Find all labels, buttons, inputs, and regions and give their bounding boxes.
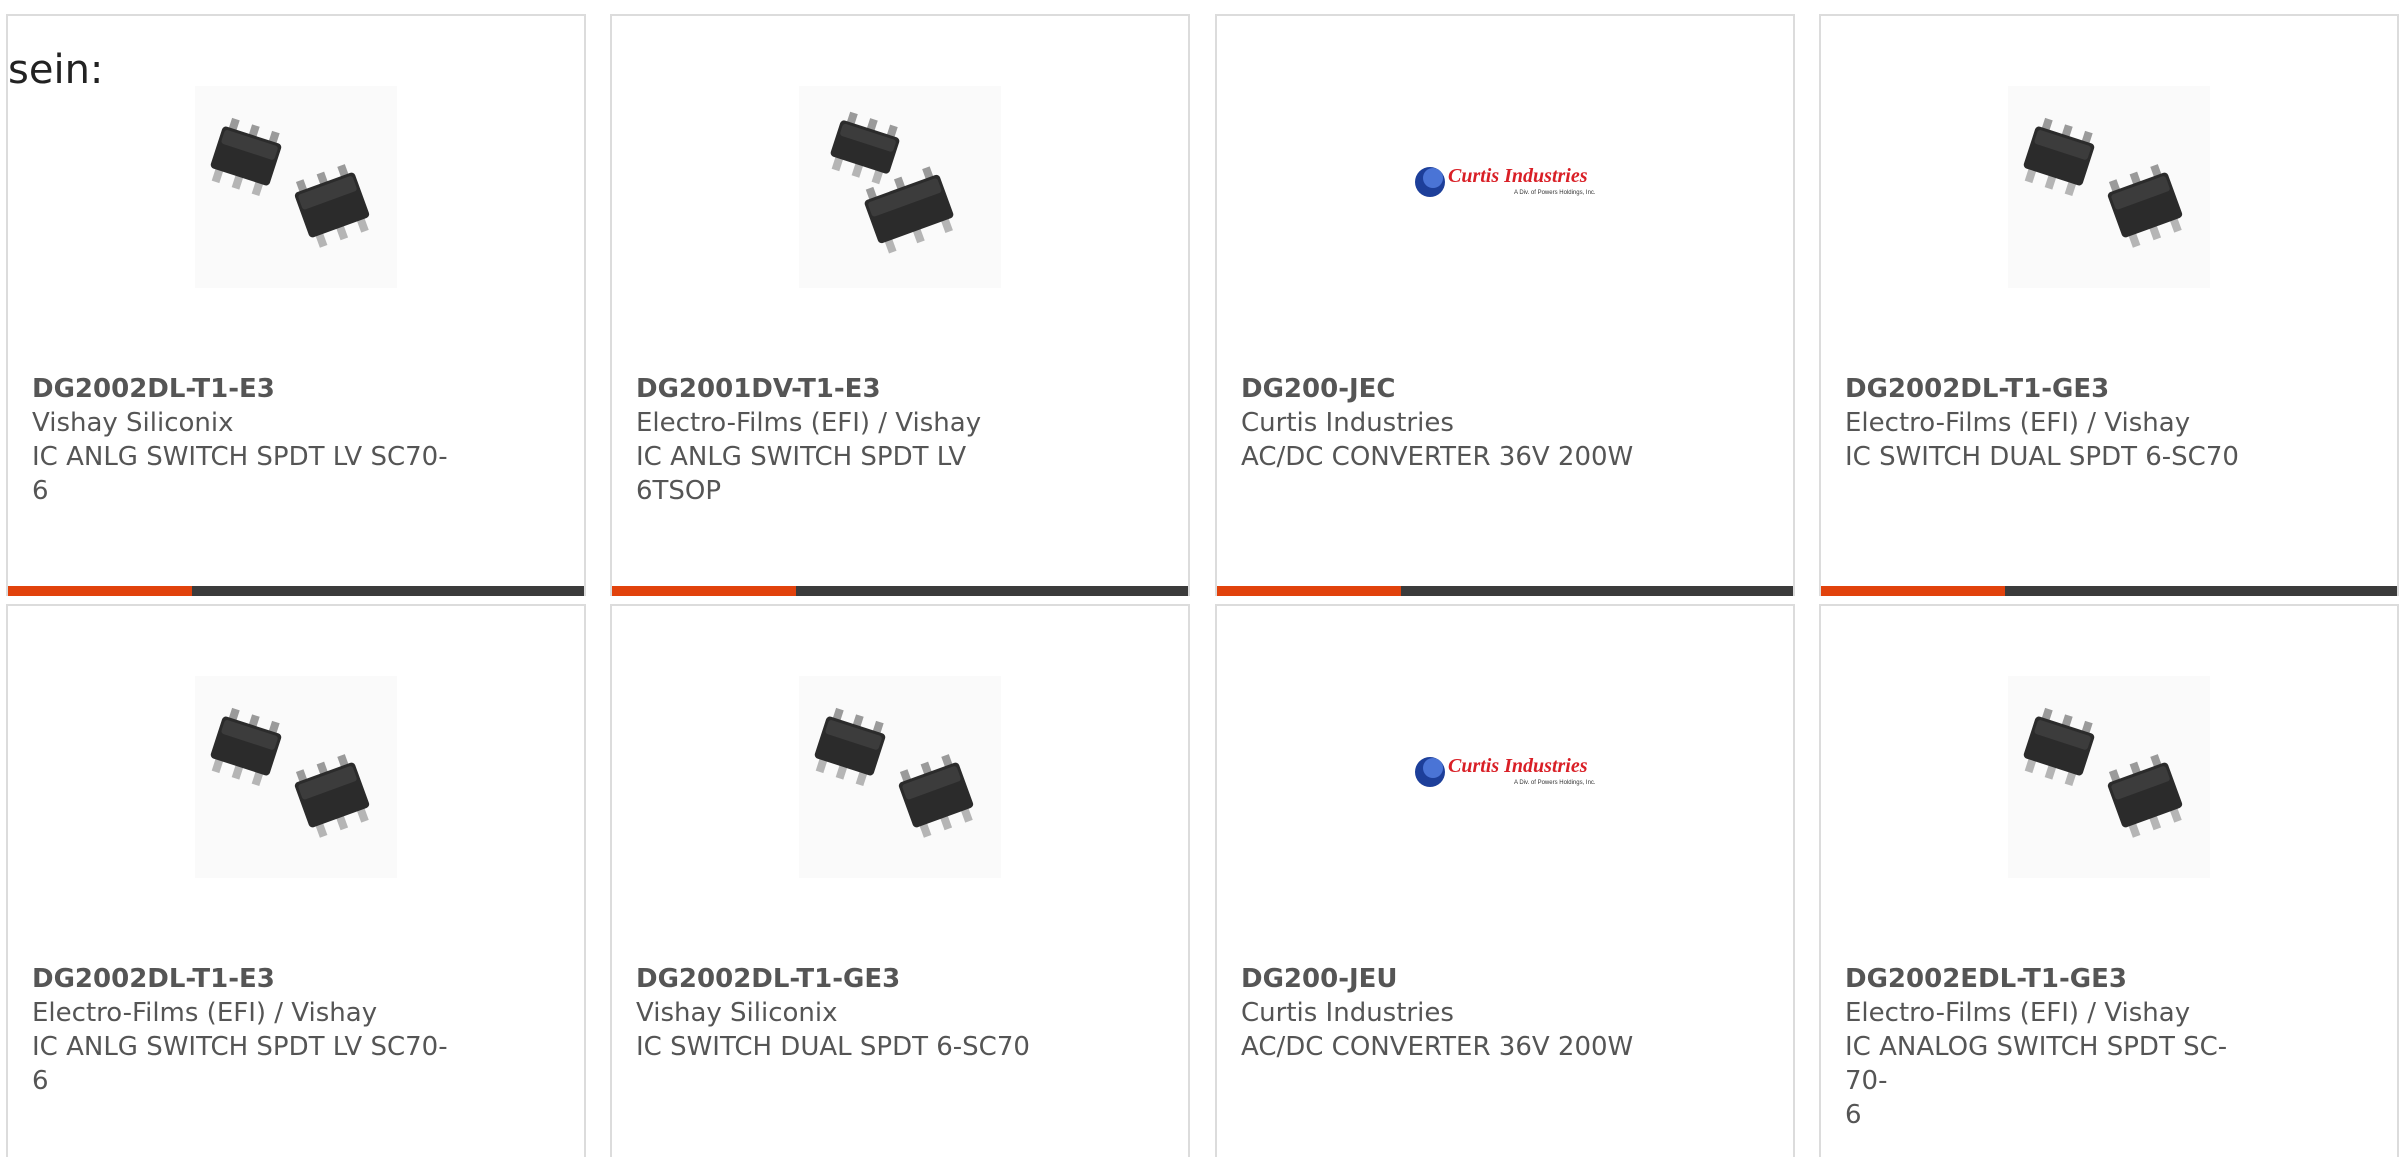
card-bottom-bar bbox=[1217, 586, 1793, 596]
product-image[interactable] bbox=[799, 676, 1001, 878]
product-image[interactable] bbox=[195, 86, 397, 288]
product-description: IC ANLG SWITCH SPDT LV SC70- 6 bbox=[32, 1032, 448, 1096]
product-card[interactable]: DG2002DL-T1-GE3 Vishay Siliconix IC SWITCH… bbox=[610, 604, 1190, 1157]
card-bottom-bar-accent bbox=[1821, 586, 2005, 596]
product-card[interactable]: DG2002DL-T1-GE3 Electro-Films (EFI) / Vis… bbox=[1819, 14, 2399, 596]
product-info: DG200-JEC Curtis Industries AC/DC CONVERTE… bbox=[1241, 372, 1661, 474]
product-grid-page: sein: DG2002DL-T1-E3 Vishay Siliconix IC A… bbox=[0, 0, 2400, 1157]
product-description: IC ANLG SWITCH SPDT LV SC70- 6 bbox=[32, 442, 448, 506]
manufacturer-name: Electro-Films (EFI) / Vishay bbox=[32, 998, 378, 1028]
logo-text: Curtis Industries bbox=[1448, 755, 1588, 777]
manufacturer-name: Vishay Siliconix bbox=[32, 408, 234, 438]
card-bottom-bar-accent bbox=[612, 586, 796, 596]
part-number-link[interactable]: DG2002DL-T1-E3 bbox=[32, 962, 452, 996]
manufacturer-name: Curtis Industries bbox=[1241, 408, 1454, 438]
card-bottom-bar bbox=[612, 586, 1188, 596]
product-card[interactable]: DG2001DV-T1-E3 Electro-Films (EFI) / Vish… bbox=[610, 14, 1190, 596]
part-number-link[interactable]: DG2002DL-T1-GE3 bbox=[1845, 372, 2265, 406]
part-number-link[interactable]: DG2001DV-T1-E3 bbox=[636, 372, 1056, 406]
manufacturer-name: Electro-Films (EFI) / Vishay bbox=[636, 408, 982, 438]
part-number-link[interactable]: DG2002DL-T1-GE3 bbox=[636, 962, 1056, 996]
card-bottom-bar-accent bbox=[1217, 586, 1401, 596]
product-card[interactable]: Curtis Industries A Div. of Powers Holdi… bbox=[1215, 14, 1795, 596]
logo-text: Curtis Industries bbox=[1448, 165, 1588, 187]
product-info: DG2002EDL-T1-GE3 Electro-Films (EFI) / Vi… bbox=[1845, 962, 2265, 1132]
card-bottom-bar bbox=[8, 586, 584, 596]
product-image[interactable] bbox=[195, 676, 397, 878]
part-number-link[interactable]: DG200-JEC bbox=[1241, 372, 1661, 406]
logo-subtext: A Div. of Powers Holdings, Inc. bbox=[1514, 190, 1596, 196]
product-description: AC/DC CONVERTER 36V 200W bbox=[1241, 1032, 1634, 1062]
product-description: IC ANLG SWITCH SPDT LV 6TSOP bbox=[636, 442, 967, 506]
product-description: AC/DC CONVERTER 36V 200W bbox=[1241, 442, 1634, 472]
product-card[interactable]: DG2002DL-T1-E3 Electro-Films (EFI) / Vish… bbox=[6, 604, 586, 1157]
product-description: IC ANALOG SWITCH SPDT SC-70- 6 bbox=[1845, 1032, 2228, 1130]
product-card[interactable]: DG2002DL-T1-E3 Vishay Siliconix IC ANLG SW… bbox=[6, 14, 586, 596]
intro-text: sein: bbox=[8, 47, 104, 93]
card-bottom-bar bbox=[1821, 586, 2397, 596]
product-image[interactable] bbox=[2008, 86, 2210, 288]
part-number-link[interactable]: DG2002DL-T1-E3 bbox=[32, 372, 452, 406]
product-info: DG2002DL-T1-E3 Electro-Films (EFI) / Vish… bbox=[32, 962, 452, 1098]
product-description: IC SWITCH DUAL SPDT 6-SC70 bbox=[636, 1032, 1030, 1062]
manufacturer-name: Curtis Industries bbox=[1241, 998, 1454, 1028]
product-info: DG2002DL-T1-GE3 Electro-Films (EFI) / Vis… bbox=[1845, 372, 2265, 474]
curtis-industries-logo[interactable]: Curtis Industries A Div. of Powers Holdi… bbox=[1404, 676, 1606, 878]
part-number-link[interactable]: DG200-JEU bbox=[1241, 962, 1661, 996]
product-info: DG2001DV-T1-E3 Electro-Films (EFI) / Vish… bbox=[636, 372, 1056, 508]
product-image[interactable] bbox=[2008, 676, 2210, 878]
card-bottom-bar-accent bbox=[8, 586, 192, 596]
product-description: IC SWITCH DUAL SPDT 6-SC70 bbox=[1845, 442, 2239, 472]
product-info: DG200-JEU Curtis Industries AC/DC CONVERTE… bbox=[1241, 962, 1661, 1064]
part-number-link[interactable]: DG2002EDL-T1-GE3 bbox=[1845, 962, 2265, 996]
logo-subtext: A Div. of Powers Holdings, Inc. bbox=[1514, 780, 1596, 786]
curtis-industries-logo[interactable]: Curtis Industries A Div. of Powers Holdi… bbox=[1404, 86, 1606, 288]
product-card[interactable]: DG2002EDL-T1-GE3 Electro-Films (EFI) / Vi… bbox=[1819, 604, 2399, 1157]
manufacturer-name: Vishay Siliconix bbox=[636, 998, 838, 1028]
manufacturer-name: Electro-Films (EFI) / Vishay bbox=[1845, 998, 2191, 1028]
product-card[interactable]: Curtis Industries A Div. of Powers Holdi… bbox=[1215, 604, 1795, 1157]
product-info: DG2002DL-T1-GE3 Vishay Siliconix IC SWITCH… bbox=[636, 962, 1056, 1064]
product-image[interactable] bbox=[799, 86, 1001, 288]
product-info: DG2002DL-T1-E3 Vishay Siliconix IC ANLG SW… bbox=[32, 372, 452, 508]
manufacturer-name: Electro-Films (EFI) / Vishay bbox=[1845, 408, 2191, 438]
